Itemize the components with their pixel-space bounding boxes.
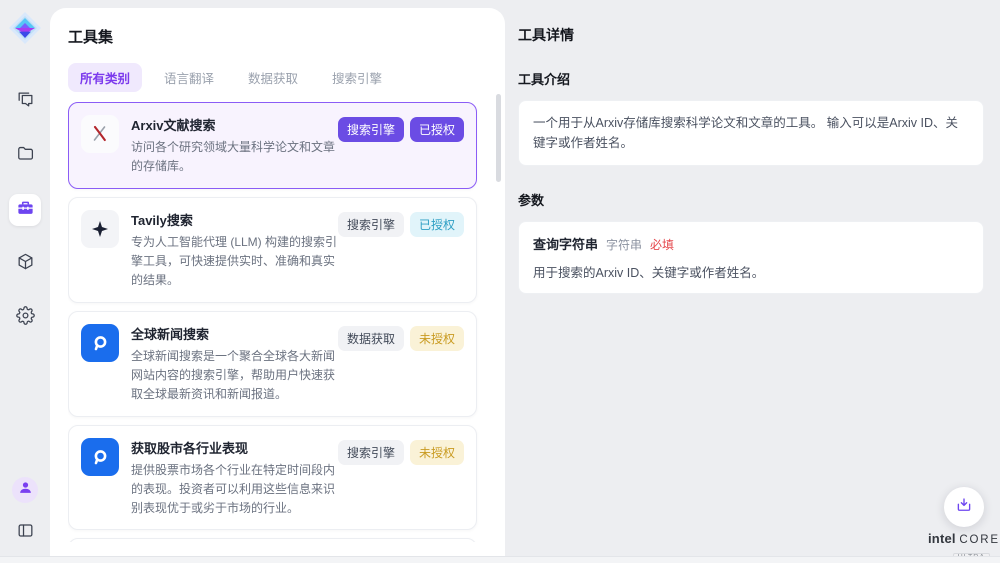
tool-card-global-news[interactable]: 全球新闻搜索 全球新闻搜索是一个聚合全球各大新闻网站内容的搜索引擎，帮助用户快速… — [68, 311, 477, 417]
tool-description: 提供股票市场各个行业在特定时间段内的表现。投资者可以利用这些信息来识别表现优于或… — [131, 461, 338, 518]
chat-icon — [16, 90, 35, 114]
sidebar-rail — [0, 0, 50, 563]
category-badge: 搜索引擎 — [338, 117, 404, 142]
download-icon — [955, 496, 973, 519]
brand-core-text: core — [959, 534, 999, 546]
tool-name: Arxiv文献搜索 — [131, 115, 338, 134]
tavily-star-icon — [81, 210, 119, 248]
tool-card-sector-performance[interactable]: 获取股市各行业表现 提供股票市场各个行业在特定时间段内的表现。投资者可以利用这些… — [68, 425, 477, 531]
tab-language-translation[interactable]: 语言翻译 — [152, 63, 226, 92]
sidebar-item-chat[interactable] — [9, 86, 41, 118]
auth-badge: 已授权 — [410, 212, 464, 237]
news-search-icon — [81, 324, 119, 362]
tool-list: Arxiv文献搜索 访问各个研究领域大量科学论文和文章的存储库。 搜索引擎 已授… — [68, 102, 505, 542]
brand-intel-text: intel — [928, 531, 956, 546]
app-logo — [7, 10, 43, 46]
param-type: 字符串 — [606, 236, 642, 253]
category-badge: 搜索引擎 — [338, 440, 404, 465]
page-title: 工具集 — [68, 26, 505, 47]
intro-heading: 工具介绍 — [518, 69, 984, 88]
tab-data-acquisition[interactable]: 数据获取 — [236, 63, 310, 92]
folder-icon — [16, 144, 35, 168]
tab-search-engine[interactable]: 搜索引擎 — [320, 63, 394, 92]
tool-description: 专为人工智能代理 (LLM) 构建的搜索引擎工具，可快速提供实时、准确和真实的结… — [131, 233, 338, 290]
tool-description: 全球新闻搜索是一个聚合全球各大新闻网站内容的搜索引擎，帮助用户快速获取全球最新资… — [131, 347, 338, 404]
gear-icon — [16, 306, 35, 330]
tool-card-active-stocks[interactable]: 获取市场最活跃股票信息 提供当天交易量最高的股票列表，投资者可以利用这些信息来识… — [68, 538, 477, 542]
category-badge: 搜索引擎 — [338, 212, 404, 237]
sidebar-item-models[interactable] — [9, 248, 41, 280]
panel-toggle-icon — [16, 521, 35, 545]
param-card: 查询字符串 字符串 必填 用于搜索的Arxiv ID、关键字或作者姓名。 — [518, 221, 984, 294]
arxiv-icon — [81, 115, 119, 153]
toolbox-panel: 工具集 所有类别 语言翻译 数据获取 搜索引擎 Arxiv文献搜索 访问各个研究… — [50, 8, 505, 556]
tool-card-tavily[interactable]: Tavily搜索 专为人工智能代理 (LLM) 构建的搜索引擎工具，可快速提供实… — [68, 197, 477, 303]
sidebar-item-settings[interactable] — [9, 302, 41, 334]
sidebar-item-files[interactable] — [9, 140, 41, 172]
tab-all-categories[interactable]: 所有类别 — [68, 63, 142, 92]
tool-detail-panel: 工具详情 工具介绍 一个用于从Arxiv存储库搜索科学论文和文章的工具。 输入可… — [518, 0, 984, 294]
window-bottom-strip — [0, 556, 1000, 563]
tool-name: 全球新闻搜索 — [131, 324, 338, 343]
download-button[interactable] — [944, 487, 984, 527]
collapse-sidebar-button[interactable] — [9, 517, 41, 549]
auth-badge: 未授权 — [410, 440, 464, 465]
tool-card-arxiv[interactable]: Arxiv文献搜索 访问各个研究领域大量科学论文和文章的存储库。 搜索引擎 已授… — [68, 102, 477, 189]
cube-icon — [16, 252, 35, 276]
auth-badge: 已授权 — [410, 117, 464, 142]
tool-name: Tavily搜索 — [131, 210, 338, 229]
params-heading: 参数 — [518, 190, 984, 209]
intro-text: 一个用于从Arxiv存储库搜索科学论文和文章的工具。 输入可以是Arxiv ID… — [533, 113, 969, 153]
sidebar-item-toolbox[interactable] — [9, 194, 41, 226]
toolbox-icon — [16, 198, 35, 222]
detail-title: 工具详情 — [518, 25, 984, 45]
tool-description: 访问各个研究领域大量科学论文和文章的存储库。 — [131, 138, 338, 176]
auth-badge: 未授权 — [410, 326, 464, 351]
param-name: 查询字符串 — [533, 234, 598, 253]
tool-name: 获取股市各行业表现 — [131, 438, 338, 457]
user-icon — [18, 480, 33, 500]
param-description: 用于搜索的Arxiv ID、关键字或作者姓名。 — [533, 262, 969, 281]
param-required-badge: 必填 — [650, 236, 674, 253]
user-avatar[interactable] — [12, 477, 38, 503]
news-search-icon — [81, 438, 119, 476]
category-tabs: 所有类别 语言翻译 数据获取 搜索引擎 — [68, 63, 505, 92]
list-scrollbar[interactable] — [496, 94, 501, 182]
intro-card: 一个用于从Arxiv存储库搜索科学论文和文章的工具。 输入可以是Arxiv ID… — [518, 100, 984, 166]
category-badge: 数据获取 — [338, 326, 404, 351]
